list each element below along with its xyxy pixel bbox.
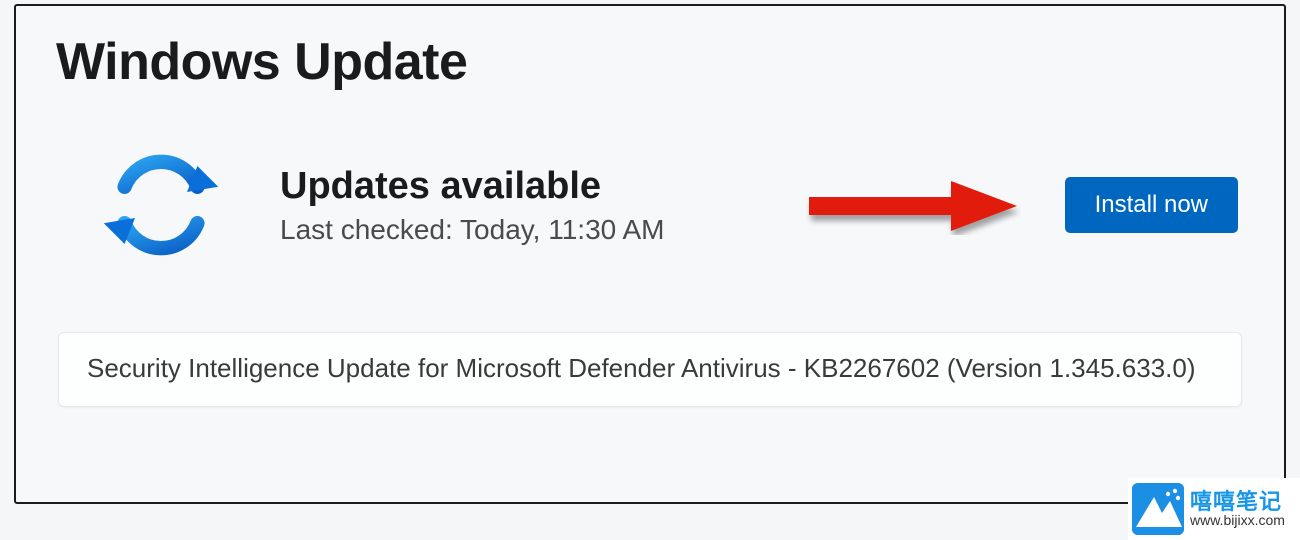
annotation-arrow-icon xyxy=(801,175,1021,235)
update-item-card[interactable]: Security Intelligence Update for Microso… xyxy=(58,332,1242,407)
update-item-title: Security Intelligence Update for Microso… xyxy=(87,351,1213,386)
sync-icon xyxy=(86,140,236,270)
watermark-logo-icon xyxy=(1132,483,1184,535)
windows-update-panel: Windows Update Updates available xyxy=(14,4,1286,504)
watermark-brand: 嘻嘻笔记 xyxy=(1190,490,1285,513)
status-last-checked: Last checked: Today, 11:30 AM xyxy=(280,214,757,246)
page-title: Windows Update xyxy=(56,32,1244,92)
watermark-text: 嘻嘻笔记 www.bijixx.com xyxy=(1190,490,1285,528)
status-row: Updates available Last checked: Today, 1… xyxy=(86,140,1244,270)
watermark-url: www.bijixx.com xyxy=(1190,513,1285,528)
watermark: 嘻嘻笔记 www.bijixx.com xyxy=(1128,478,1300,540)
status-heading: Updates available xyxy=(280,165,757,208)
install-now-button[interactable]: Install now xyxy=(1065,177,1238,233)
status-text-block: Updates available Last checked: Today, 1… xyxy=(280,165,757,246)
